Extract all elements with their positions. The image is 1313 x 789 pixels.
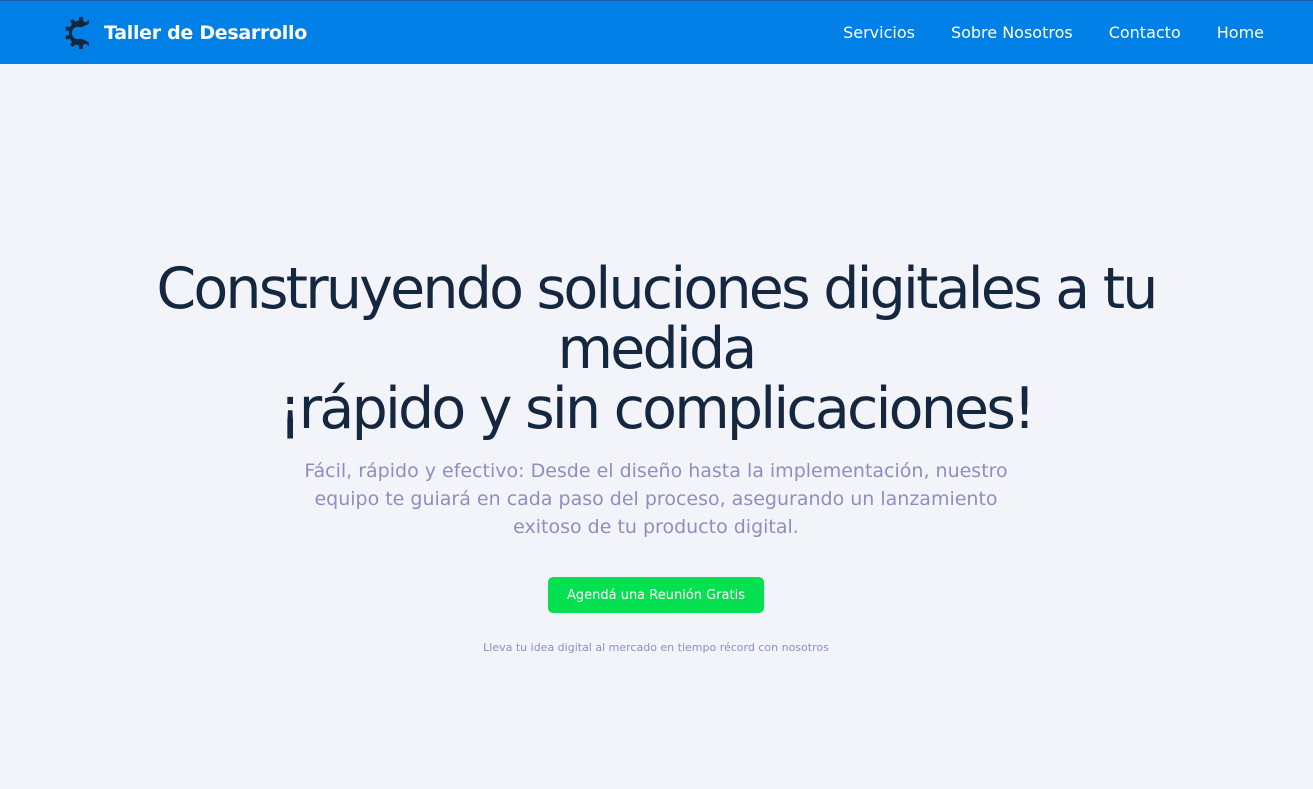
gear-icon (65, 17, 89, 49)
nav-link-servicios[interactable]: Servicios (843, 23, 915, 42)
nav-link-home[interactable]: Home (1217, 23, 1264, 42)
hero-section: Construyendo soluciones digitales a tu m… (0, 64, 1313, 789)
top-navbar: Taller de Desarrollo Servicios Sobre Nos… (0, 0, 1313, 64)
hero-title-line: ¡rápido y sin complicaciones! (278, 376, 1036, 442)
nav-link-sobre-nosotros[interactable]: Sobre Nosotros (951, 23, 1073, 42)
brand-name: Taller de Desarrollo (104, 22, 307, 44)
brand-link[interactable]: Taller de Desarrollo (63, 15, 307, 51)
hero-subtitle: Fácil, rápido y efectivo: Desde el diseñ… (304, 460, 1008, 538)
schedule-meeting-button[interactable]: Agendá una Reunión Gratis (548, 577, 764, 613)
hero-tagline: Lleva tu idea digital al mercado en tiem… (483, 641, 829, 654)
hero-title-line: medida (557, 316, 758, 382)
nav-link-contacto[interactable]: Contacto (1109, 23, 1181, 42)
hero-title-line: Construyendo soluciones digitales a tu (156, 256, 1158, 322)
hero-title: Construyendo soluciones digitales a tu m… (106, 259, 1206, 439)
main-nav: Servicios Sobre Nosotros Contacto Home (807, 1, 1264, 64)
